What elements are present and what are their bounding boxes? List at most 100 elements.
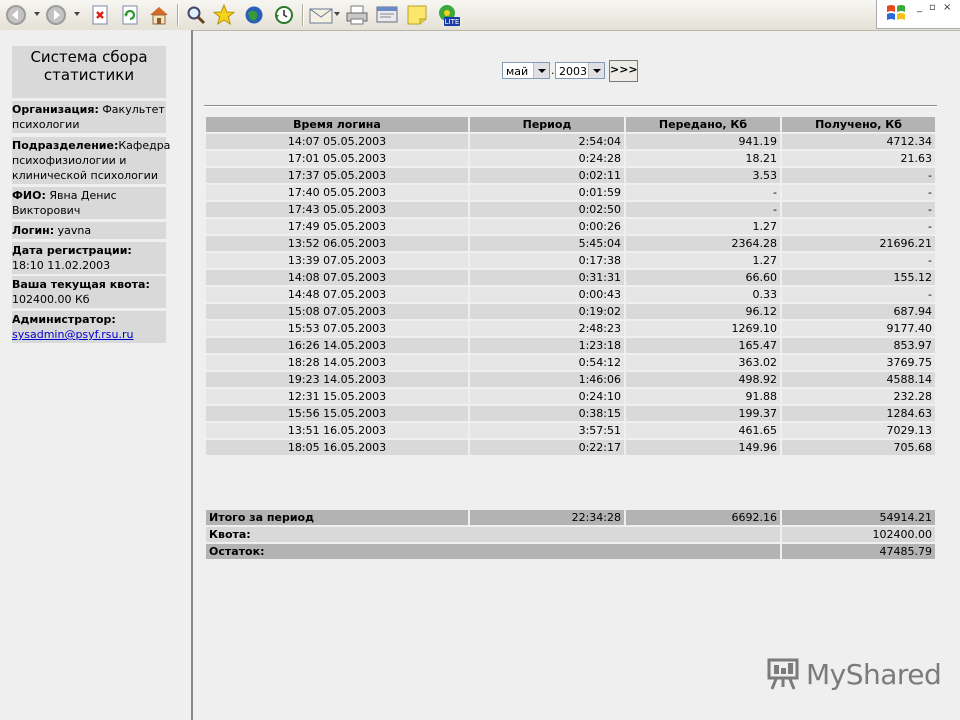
table-row: 17:43 05.05.2003 0:02:50- -: [206, 202, 935, 217]
received-cell: 4712.34: [782, 134, 935, 149]
login-time-cell: 13:39 07.05.2003: [206, 253, 468, 268]
login-time-cell: 15:56 15.05.2003: [206, 406, 468, 421]
login-value: yavna: [54, 224, 92, 237]
period-cell: 0:19:02: [470, 304, 624, 319]
table-row: 16:26 14.05.2003 1:23:18 165.47 853.97: [206, 338, 935, 353]
quota-row-value: 102400.00: [782, 527, 935, 542]
login-time-cell: 17:40 05.05.2003: [206, 185, 468, 200]
login-time-cell: 17:37 05.05.2003: [206, 168, 468, 183]
sent-cell: 199.37: [626, 406, 780, 421]
minimize-button[interactable]: _: [917, 2, 922, 13]
sent-cell: 96.12: [626, 304, 780, 319]
registration-value: 18:10 11.02.2003: [12, 259, 111, 272]
restore-button[interactable]: ▫: [929, 2, 936, 13]
login-time-cell: 18:05 16.05.2003: [206, 440, 468, 455]
mail-dropdown-icon[interactable]: [334, 12, 340, 16]
sent-cell: 18.21: [626, 151, 780, 166]
quota-label: Ваша текущая квота:: [12, 278, 150, 291]
search-icon[interactable]: [184, 3, 208, 27]
watermark: MyShared: [766, 656, 942, 692]
notes-icon[interactable]: [404, 3, 430, 27]
received-cell: 705.68: [782, 440, 935, 455]
icq-lite-icon[interactable]: LITE: [434, 3, 462, 27]
column-header-received: Получено, Кб: [782, 117, 935, 132]
remaining-row: Остаток: 47485.79: [206, 544, 935, 559]
period-cell: 3:57:51: [470, 423, 624, 438]
stop-icon[interactable]: [88, 3, 112, 27]
table-row: 18:05 16.05.2003 0:22:17 149.96 705.68: [206, 440, 935, 455]
session-stats-table: Время логина Период Передано, Кб Получен…: [204, 115, 937, 457]
login-time-cell: 14:07 05.05.2003: [206, 134, 468, 149]
received-cell: -: [782, 287, 935, 302]
frame-divider[interactable]: [191, 30, 193, 720]
year-select[interactable]: 2003: [555, 62, 605, 79]
table-row: 18:28 14.05.2003 0:54:12 363.02 3769.75: [206, 355, 935, 370]
received-cell: -: [782, 185, 935, 200]
month-select[interactable]: май: [502, 62, 550, 79]
admin-email-link[interactable]: sysadmin@psyf.rsu.ru: [12, 328, 133, 341]
back-dropdown-icon[interactable]: [34, 12, 40, 16]
favorites-star-icon[interactable]: [212, 3, 236, 27]
table-row: 14:08 07.05.2003 0:31:31 66.60 155.12: [206, 270, 935, 285]
sent-cell: 3.53: [626, 168, 780, 183]
site-title: Система сбора статистики: [12, 46, 166, 98]
fullname-info: ФИО: Явна Денис Викторович: [12, 187, 166, 219]
forward-dropdown-icon[interactable]: [74, 12, 80, 16]
received-cell: 21696.21: [782, 236, 935, 251]
mail-icon[interactable]: [308, 3, 334, 27]
fullname-label: ФИО:: [12, 189, 46, 202]
table-row: 15:56 15.05.2003 0:38:15 199.37 1284.63: [206, 406, 935, 421]
login-time-cell: 12:31 15.05.2003: [206, 389, 468, 404]
edit-icon[interactable]: [374, 3, 400, 27]
refresh-icon[interactable]: [118, 3, 142, 27]
date-separator: .: [551, 64, 555, 77]
organization-info: Организация: Факультет психологии: [12, 101, 166, 133]
quota-value: 102400.00 Кб: [12, 293, 90, 306]
sidebar: Система сбора статистики Организация: Фа…: [0, 30, 192, 720]
received-cell: 155.12: [782, 270, 935, 285]
period-cell: 1:23:18: [470, 338, 624, 353]
close-button[interactable]: ×: [943, 2, 951, 13]
divider-line: [204, 105, 937, 107]
totals-table: Итого за период 22:34:28 6692.16 54914.2…: [204, 508, 937, 561]
window-controls: _ ▫ ×: [876, 0, 960, 29]
sent-cell: 66.60: [626, 270, 780, 285]
table-row: 15:53 07.05.2003 2:48:23 1269.10 9177.40: [206, 321, 935, 336]
admin-label: Администратор:: [12, 313, 116, 326]
media-icon[interactable]: [242, 3, 266, 27]
received-cell: -: [782, 168, 935, 183]
period-cell: 0:24:28: [470, 151, 624, 166]
sent-cell: 1269.10: [626, 321, 780, 336]
history-icon[interactable]: [272, 3, 296, 27]
received-cell: 853.97: [782, 338, 935, 353]
svg-text:LITE: LITE: [445, 18, 460, 26]
received-cell: 4588.14: [782, 372, 935, 387]
sent-cell: 1.27: [626, 253, 780, 268]
sent-cell: -: [626, 185, 780, 200]
login-time-cell: 13:52 06.05.2003: [206, 236, 468, 251]
chevron-down-icon[interactable]: [588, 63, 604, 78]
sent-cell: 1.27: [626, 219, 780, 234]
period-cell: 1:46:06: [470, 372, 624, 387]
table-header-row: Время логина Период Передано, Кб Получен…: [206, 117, 935, 132]
home-icon[interactable]: [146, 3, 172, 27]
received-cell: 9177.40: [782, 321, 935, 336]
sent-cell: 941.19: [626, 134, 780, 149]
sent-cell: 149.96: [626, 440, 780, 455]
back-icon[interactable]: [4, 3, 28, 27]
table-row: 15:08 07.05.2003 0:19:02 96.12 687.94: [206, 304, 935, 319]
received-cell: 687.94: [782, 304, 935, 319]
remaining-row-label: Остаток:: [206, 544, 780, 559]
login-time-cell: 15:08 07.05.2003: [206, 304, 468, 319]
period-cell: 0:24:10: [470, 389, 624, 404]
period-cell: 0:00:26: [470, 219, 624, 234]
show-period-button[interactable]: >>>: [609, 60, 638, 82]
sent-cell: 0.33: [626, 287, 780, 302]
sent-cell: 2364.28: [626, 236, 780, 251]
chevron-down-icon[interactable]: [533, 63, 549, 78]
remaining-row-value: 47485.79: [782, 544, 935, 559]
forward-icon[interactable]: [44, 3, 68, 27]
print-icon[interactable]: [344, 3, 370, 27]
received-cell: 1284.63: [782, 406, 935, 421]
login-time-cell: 14:48 07.05.2003: [206, 287, 468, 302]
